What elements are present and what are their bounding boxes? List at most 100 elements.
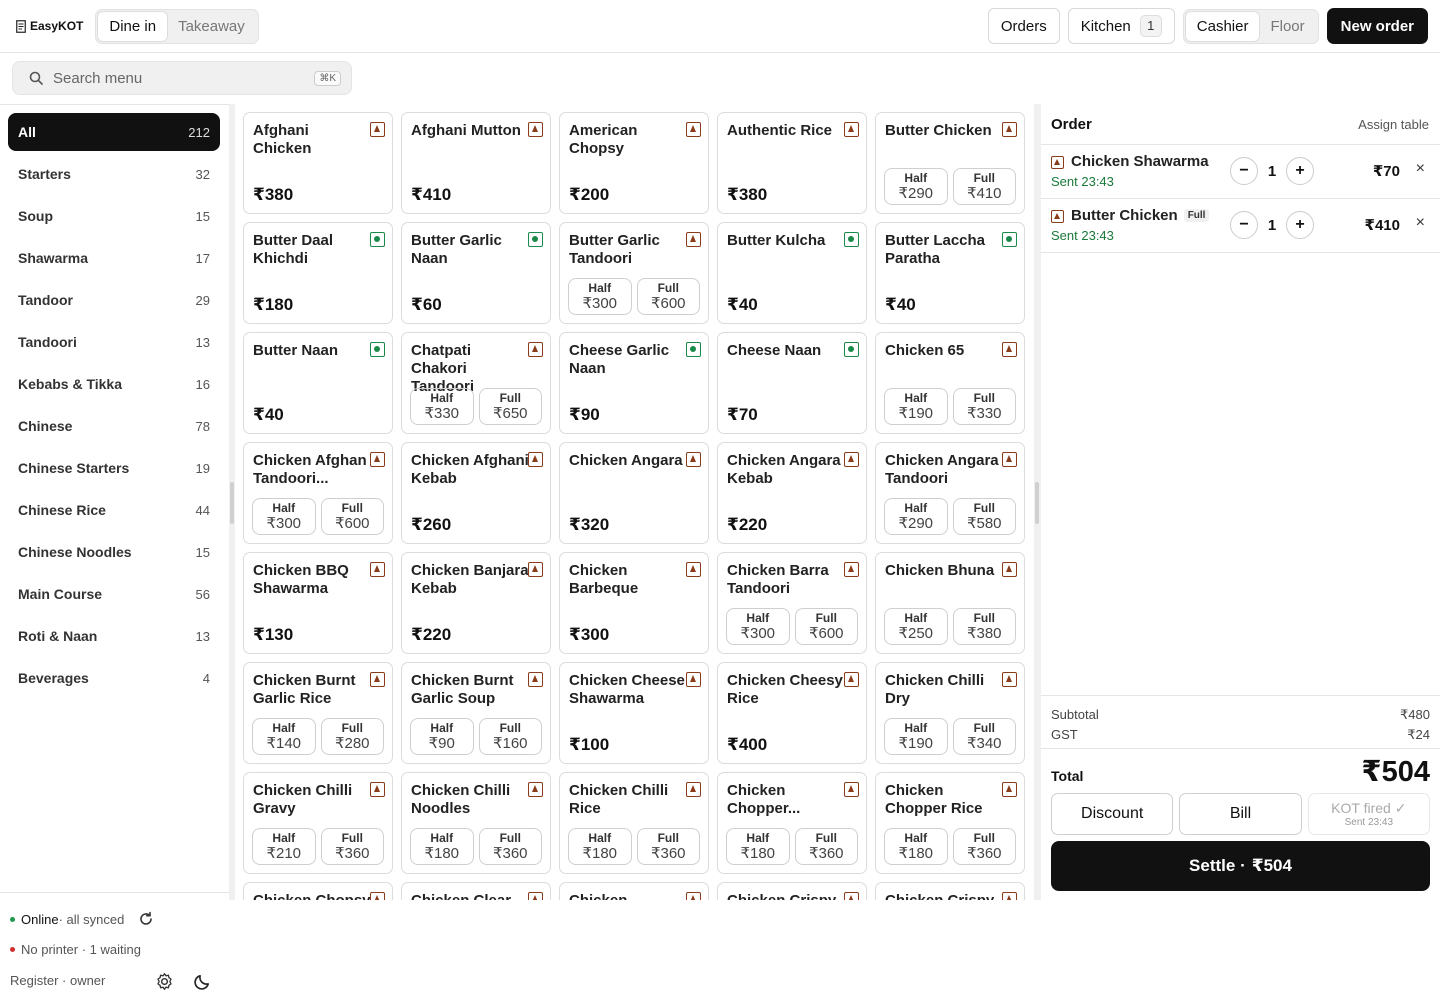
- kitchen-button[interactable]: Kitchen 1: [1067, 8, 1175, 44]
- menu-item-card[interactable]: Chicken Chopper... Half ₹180 Full ₹360: [717, 772, 867, 874]
- category-item[interactable]: Chinese 78: [8, 407, 220, 445]
- menu-item-card[interactable]: Butter Chicken Half ₹290 Full ₹410: [875, 112, 1025, 214]
- menu-item-card[interactable]: Chicken Bhuna Half ₹250 Full ₹380: [875, 552, 1025, 654]
- variant-full-button[interactable]: Full ₹340: [952, 718, 1016, 755]
- category-item[interactable]: Beverages 4: [8, 659, 220, 697]
- menu-item-card[interactable]: Authentic Rice ₹380: [717, 112, 867, 214]
- variant-full-button[interactable]: Full ₹410: [952, 168, 1016, 205]
- tab-takeaway[interactable]: Takeaway: [167, 12, 256, 41]
- menu-item-card[interactable]: Afghani Mutton ₹410: [401, 112, 551, 214]
- menu-item-card[interactable]: Chicken Chilli Noodles Half ₹180 Full ₹360: [401, 772, 551, 874]
- menu-item-card[interactable]: Butter Daal Khichdi ₹180: [243, 222, 393, 324]
- variant-half-button[interactable]: Half ₹180: [884, 828, 948, 865]
- menu-item-card[interactable]: Chicken Angara ₹320: [559, 442, 709, 544]
- category-item[interactable]: Roti & Naan 13: [8, 617, 220, 655]
- variant-half-button[interactable]: Half ₹180: [726, 828, 790, 865]
- category-item[interactable]: Chinese Rice 44: [8, 491, 220, 529]
- category-item[interactable]: Kebabs & Tikka 16: [8, 365, 220, 403]
- menu-item-card[interactable]: Chicken Chilli Dry Half ₹190 Full ₹340: [875, 662, 1025, 764]
- kot-fired-button[interactable]: KOT fired ✓ Sent 23:43: [1307, 793, 1430, 835]
- order-panel-resize-handle[interactable]: [1034, 104, 1041, 900]
- menu-item-card[interactable]: Butter Laccha Paratha ₹40: [875, 222, 1025, 324]
- menu-item-card[interactable]: Chicken Afghani Kebab ₹260: [401, 442, 551, 544]
- bill-button[interactable]: Bill: [1179, 793, 1302, 835]
- menu-item-card[interactable]: Chicken Angara Kebab ₹220: [717, 442, 867, 544]
- app-logo[interactable]: EasyKOT: [16, 19, 83, 33]
- menu-item-card[interactable]: Chicken Angara Tandoori Half ₹290 Full ₹580: [875, 442, 1025, 544]
- category-item[interactable]: Soup 15: [8, 197, 220, 235]
- category-item[interactable]: All 212: [8, 113, 220, 151]
- menu-item-card[interactable]: Chicken Barbeque ₹300: [559, 552, 709, 654]
- tab-cashier[interactable]: Cashier: [1185, 11, 1260, 41]
- gear-icon[interactable]: [155, 972, 174, 991]
- variant-full-button[interactable]: Full ₹380: [952, 608, 1016, 645]
- category-item[interactable]: Main Course 56: [8, 575, 220, 613]
- refresh-icon[interactable]: [138, 911, 154, 927]
- remove-line-icon[interactable]: ×: [1416, 214, 1425, 232]
- variant-full-button[interactable]: Full ₹580: [952, 498, 1016, 535]
- menu-item-card[interactable]: Chicken Banjara Kebab ₹220: [401, 552, 551, 654]
- menu-item-card[interactable]: Chicken Chopper Rice Half ₹180 Full ₹360: [875, 772, 1025, 874]
- menu-item-card[interactable]: Chicken Crispy: [717, 882, 867, 900]
- variant-half-button[interactable]: Half ₹180: [568, 828, 632, 865]
- new-order-button[interactable]: New order: [1326, 8, 1428, 44]
- menu-item-card[interactable]: American Chopsy ₹200: [559, 112, 709, 214]
- variant-full-button[interactable]: Full ₹600: [636, 278, 700, 315]
- menu-item-card[interactable]: Chicken Burnt Garlic Soup Half ₹90 Full ₹160: [401, 662, 551, 764]
- category-item[interactable]: Starters 32: [8, 155, 220, 193]
- variant-full-button[interactable]: Full ₹650: [478, 388, 542, 425]
- menu-item-card[interactable]: Chicken Chopsy: [243, 882, 393, 900]
- menu-item-card[interactable]: Chicken Chilli Gravy Half ₹210 Full ₹360: [243, 772, 393, 874]
- variant-half-button[interactable]: Half ₹300: [568, 278, 632, 315]
- variant-full-button[interactable]: Full ₹330: [952, 388, 1016, 425]
- menu-item-card[interactable]: Chicken Burnt Garlic Rice Half ₹140 Full ₹28…: [243, 662, 393, 764]
- variant-full-button[interactable]: Full ₹600: [320, 498, 384, 535]
- menu-item-card[interactable]: Butter Naan ₹40: [243, 332, 393, 434]
- variant-full-button[interactable]: Full ₹360: [794, 828, 858, 865]
- category-item[interactable]: Chinese Noodles 15: [8, 533, 220, 571]
- variant-half-button[interactable]: Half ₹290: [884, 168, 948, 205]
- menu-item-card[interactable]: Chicken Cheesy Rice ₹400: [717, 662, 867, 764]
- variant-half-button[interactable]: Half ₹180: [410, 828, 474, 865]
- menu-item-card[interactable]: Chatpati Chakori Tandoori Half ₹330 Full ₹65…: [401, 332, 551, 434]
- menu-item-card[interactable]: Cheese Naan ₹70: [717, 332, 867, 434]
- tab-dine-in[interactable]: Dine in: [98, 11, 168, 41]
- menu-item-card[interactable]: Butter Garlic Naan ₹60: [401, 222, 551, 324]
- variant-half-button[interactable]: Half ₹330: [410, 388, 474, 425]
- variant-half-button[interactable]: Half ₹190: [884, 718, 948, 755]
- menu-item-card[interactable]: Chicken Crispy: [875, 882, 1025, 900]
- category-item[interactable]: Tandoor 29: [8, 281, 220, 319]
- menu-item-card[interactable]: Chicken: [559, 882, 709, 900]
- variant-half-button[interactable]: Half ₹210: [252, 828, 316, 865]
- search-input[interactable]: Search menu ⌘K: [12, 61, 352, 95]
- variant-half-button[interactable]: Half ₹250: [884, 608, 948, 645]
- menu-item-card[interactable]: Cheese Garlic Naan ₹90: [559, 332, 709, 434]
- variant-full-button[interactable]: Full ₹280: [320, 718, 384, 755]
- variant-full-button[interactable]: Full ₹360: [636, 828, 700, 865]
- variant-full-button[interactable]: Full ₹160: [478, 718, 542, 755]
- variant-half-button[interactable]: Half ₹190: [884, 388, 948, 425]
- variant-full-button[interactable]: Full ₹360: [320, 828, 384, 865]
- menu-item-card[interactable]: Chicken Chilli Rice Half ₹180 Full ₹360: [559, 772, 709, 874]
- variant-full-button[interactable]: Full ₹360: [478, 828, 542, 865]
- settle-button[interactable]: Settle · ₹504: [1051, 841, 1430, 891]
- orders-button[interactable]: Orders: [987, 8, 1060, 44]
- category-item[interactable]: Tandoori 13: [8, 323, 220, 361]
- variant-full-button[interactable]: Full ₹360: [952, 828, 1016, 865]
- tab-floor[interactable]: Floor: [1259, 12, 1315, 41]
- increment-button[interactable]: +: [1286, 211, 1314, 239]
- category-item[interactable]: Shawarma 17: [8, 239, 220, 277]
- menu-item-card[interactable]: Chicken Cheese Shawarma ₹100: [559, 662, 709, 764]
- menu-item-card[interactable]: Chicken 65 Half ₹190 Full ₹330: [875, 332, 1025, 434]
- menu-item-card[interactable]: Chicken Barra Tandoori Half ₹300 Full ₹600: [717, 552, 867, 654]
- variant-half-button[interactable]: Half ₹300: [252, 498, 316, 535]
- increment-button[interactable]: +: [1286, 157, 1314, 185]
- category-item[interactable]: Chinese Starters 19: [8, 449, 220, 487]
- dark-mode-icon[interactable]: [193, 972, 212, 991]
- decrement-button[interactable]: −: [1230, 211, 1258, 239]
- remove-line-icon[interactable]: ×: [1416, 160, 1425, 178]
- menu-item-card[interactable]: Butter Kulcha ₹40: [717, 222, 867, 324]
- menu-item-card[interactable]: Chicken Clear: [401, 882, 551, 900]
- menu-item-card[interactable]: Chicken BBQ Shawarma ₹130: [243, 552, 393, 654]
- variant-full-button[interactable]: Full ₹600: [794, 608, 858, 645]
